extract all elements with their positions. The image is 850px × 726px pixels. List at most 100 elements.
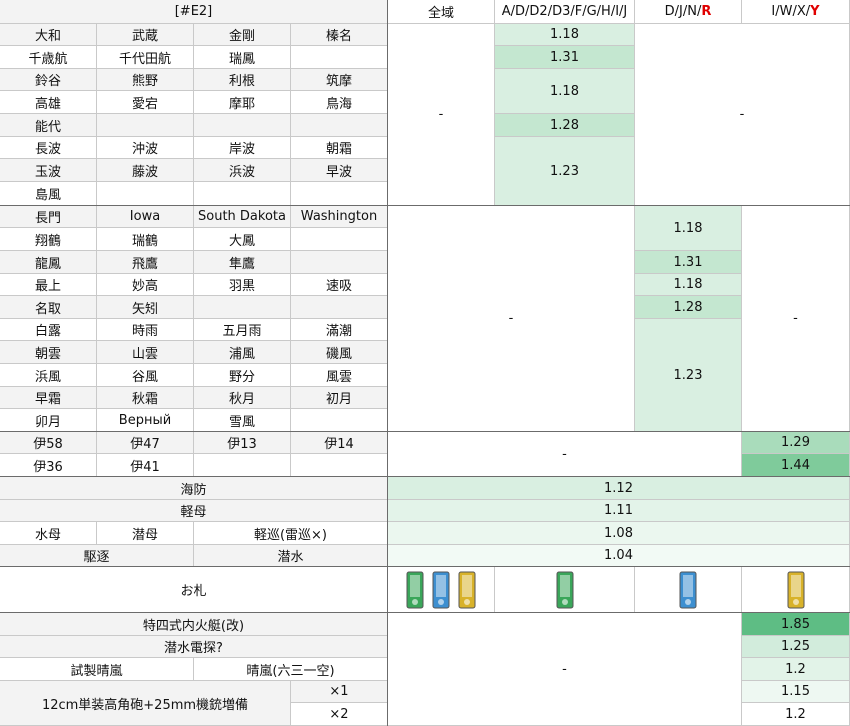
header-all: 全域 [388, 0, 495, 24]
ship-cell [291, 296, 388, 319]
ship-cell: 時雨 [97, 319, 194, 341]
ship-cell: 滿潮 [291, 319, 388, 341]
divider-types-ofuda [0, 566, 850, 567]
group-a-right: - [635, 24, 850, 206]
ofuda-green-icon [406, 571, 424, 608]
group-b-value-1: 1.18 [635, 206, 742, 251]
equip-value-3: 1.2 [742, 658, 850, 681]
ship-cell: 山雲 [97, 341, 194, 364]
group-c-value-1: 1.29 [742, 432, 850, 454]
equip-value-1: 1.85 [742, 613, 850, 636]
ship-cell: 摩耶 [194, 91, 291, 114]
type-suibo-value: 1.08 [388, 522, 850, 545]
ship-cell: 早霜 [0, 387, 97, 409]
equip-value-5: 1.2 [742, 703, 850, 726]
ship-cell: 浜波 [194, 159, 291, 182]
ship-cell: Iowa [97, 206, 194, 228]
ship-cell [97, 114, 194, 137]
ship-cell: 沖波 [97, 137, 194, 159]
ship-cell: 白露 [0, 319, 97, 341]
divider-vertical [387, 0, 388, 726]
equip-tokuyon-label: 特四式内火艇(改) [0, 613, 388, 636]
group-b-right: - [742, 206, 850, 432]
ship-cell: 伊13 [194, 432, 291, 454]
ship-cell: 長波 [0, 137, 97, 159]
equip-shisei-seiran-label: 試製晴嵐 [0, 658, 194, 681]
ship-cell [291, 228, 388, 251]
ofuda-a [495, 567, 635, 613]
type-kaibou-label: 海防 [0, 477, 388, 500]
ship-cell: 利根 [194, 69, 291, 91]
ofuda-green-icon [556, 571, 573, 608]
ship-cell: 隼鷹 [194, 251, 291, 274]
ship-cell: 早波 [291, 159, 388, 182]
type-suibo-label: 水母 [0, 522, 97, 545]
ship-cell: 大和 [0, 24, 97, 46]
ship-cell: 伊41 [97, 454, 194, 477]
ship-cell: 風雲 [291, 364, 388, 387]
group-a-value-4: 1.28 [495, 114, 635, 137]
ship-cell: South Dakota [194, 206, 291, 228]
type-sensui-label: 潜水 [194, 545, 388, 567]
group-a-value-3: 1.18 [495, 69, 635, 114]
group-b-value-4: 1.28 [635, 296, 742, 319]
ship-cell: 伊58 [0, 432, 97, 454]
header-a: A/D/D2/D3/F/G/H/I/J [495, 0, 635, 24]
type-kuchiku-label: 駆逐 [0, 545, 194, 567]
ship-cell: 岸波 [194, 137, 291, 159]
group-b-all: - [388, 206, 635, 432]
equip-dentan-label: 潜水電探? [0, 636, 388, 658]
ship-cell [291, 46, 388, 69]
ship-cell: 伊36 [0, 454, 97, 477]
ship-cell: 浦風 [194, 341, 291, 364]
group-b-value-3: 1.18 [635, 274, 742, 296]
header-d-suffix: R [701, 4, 712, 19]
ship-cell: 浜風 [0, 364, 97, 387]
type-kuchiku-value: 1.04 [388, 545, 850, 567]
ship-cell: 大鳳 [194, 228, 291, 251]
equip-left: - [388, 613, 742, 726]
ship-cell [194, 182, 291, 206]
ship-cell: 瑞鳳 [194, 46, 291, 69]
type-kaibou-value: 1.12 [388, 477, 850, 500]
ship-cell: 翔鶴 [0, 228, 97, 251]
ship-cell: 千代田航 [97, 46, 194, 69]
ship-cell: 朝雲 [0, 341, 97, 364]
header-d-prefix: D/J/N/ [664, 4, 702, 19]
ofuda-d [635, 567, 742, 613]
ship-cell: 初月 [291, 387, 388, 409]
equip-value-4: 1.15 [742, 681, 850, 703]
header-i: I/W/X/Y [742, 0, 850, 24]
group-c-value-2: 1.44 [742, 454, 850, 477]
equip-12cm-count-1: ×1 [291, 681, 388, 703]
ship-cell: 羽黒 [194, 274, 291, 296]
group-b-value-5: 1.23 [635, 319, 742, 432]
ship-cell: 飛鷹 [97, 251, 194, 274]
ship-cell: 熊野 [97, 69, 194, 91]
ship-cell: 名取 [0, 296, 97, 319]
ship-cell: 愛宕 [97, 91, 194, 114]
ship-cell: 谷風 [97, 364, 194, 387]
ship-cell: 鳥海 [291, 91, 388, 114]
equip-12cm-label: 12cm単装高角砲+25mm機銃増備 [0, 681, 291, 726]
header-title: [#E2] [0, 0, 388, 24]
ofuda-blue-icon [432, 571, 450, 608]
ship-cell: 妙高 [97, 274, 194, 296]
equip-value-2: 1.25 [742, 636, 850, 658]
divider-c-types [0, 476, 850, 477]
ship-cell: 最上 [0, 274, 97, 296]
type-senbo-label: 潜母 [97, 522, 194, 545]
divider-a-b [0, 205, 850, 206]
ship-cell: 卯月 [0, 409, 97, 432]
ship-cell: 朝霜 [291, 137, 388, 159]
ofuda-all [388, 567, 495, 613]
ship-cell [194, 114, 291, 137]
ship-cell: 五月雨 [194, 319, 291, 341]
ship-cell: 矢矧 [97, 296, 194, 319]
type-keibo-label: 軽母 [0, 500, 388, 522]
ship-cell [194, 454, 291, 477]
ship-cell: 武蔵 [97, 24, 194, 46]
ship-cell: 秋月 [194, 387, 291, 409]
ship-cell: Washington [291, 206, 388, 228]
ship-cell: 玉波 [0, 159, 97, 182]
